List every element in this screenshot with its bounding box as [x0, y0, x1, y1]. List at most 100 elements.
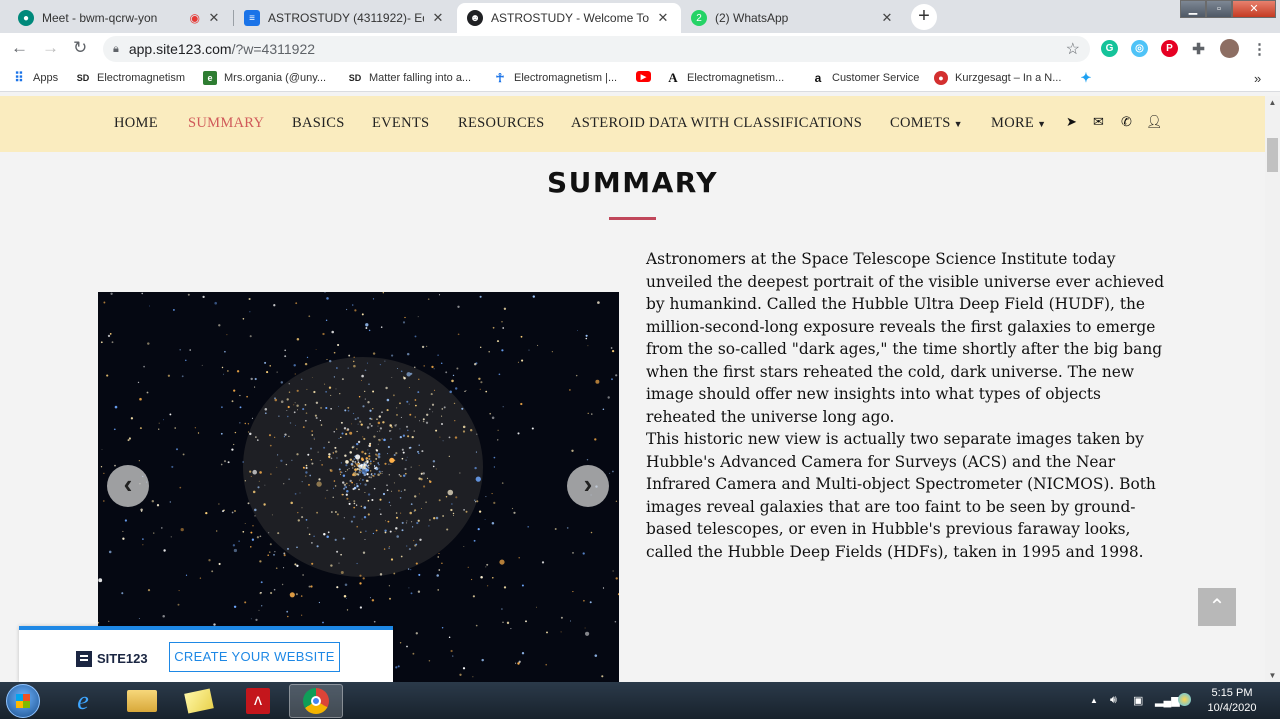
- star-cluster-image: [98, 292, 619, 682]
- tab-meet[interactable]: ● Meet - bwm-qcrw-yon ◉ ✕: [8, 3, 232, 33]
- gallery-prev-button[interactable]: ‹: [107, 465, 149, 507]
- close-tab-icon[interactable]: ✕: [879, 10, 895, 26]
- internet-explorer-icon[interactable]: e: [56, 684, 110, 718]
- tab-astrostudy[interactable]: ☻ ASTROSTUDY - Welcome To ✕: [457, 3, 681, 33]
- docs-icon: ≡: [244, 10, 260, 26]
- bookmark-label: Matter falling into a...: [369, 72, 472, 84]
- bookmark-star-icon[interactable]: ☆: [1066, 39, 1080, 59]
- nav-home[interactable]: HOME: [114, 115, 158, 132]
- paragraph: Astronomers at the Space Telescope Scien…: [646, 250, 1165, 426]
- scrollbar-thumb[interactable]: [1267, 138, 1278, 172]
- bookmark-label: Electromagnetism: [97, 72, 186, 84]
- scroll-up-icon[interactable]: ▲: [1265, 98, 1280, 107]
- close-tab-icon[interactable]: ✕: [655, 10, 671, 26]
- reload-icon[interactable]: ↻: [73, 38, 87, 58]
- alien-icon: ☻: [467, 10, 483, 26]
- bookmark-label: Electromagnetism |...: [514, 72, 618, 84]
- tab-title: ASTROSTUDY (4311922)- Editor -: [268, 11, 424, 25]
- sd-icon: SD: [348, 73, 362, 83]
- figure-icon: ☥: [495, 71, 505, 85]
- chrome-icon[interactable]: [289, 684, 343, 718]
- weather-icon[interactable]: [1178, 693, 1191, 706]
- extensions-puzzle-icon[interactable]: ✚: [1190, 40, 1207, 58]
- tab-editor[interactable]: ≡ ASTROSTUDY (4311922)- Editor - ✕: [234, 3, 456, 33]
- lock-icon: 🔒︎: [113, 42, 119, 55]
- new-tab-button[interactable]: +: [911, 4, 937, 30]
- volume-icon[interactable]: 🔊︎: [1110, 694, 1117, 707]
- system-clock[interactable]: 5:15 PM 10/4/2020: [1200, 686, 1264, 716]
- nav-more-label: MORE: [991, 115, 1035, 131]
- bookmark-matter-falling[interactable]: SD Matter falling into a...: [348, 71, 471, 85]
- close-tab-icon[interactable]: ✕: [206, 10, 222, 26]
- nav-resources[interactable]: RESOURCES: [458, 115, 545, 132]
- start-button[interactable]: [6, 684, 40, 718]
- amazon-icon: a: [814, 71, 822, 85]
- file-explorer-icon[interactable]: [115, 684, 169, 718]
- summary-text: Astronomers at the Space Telescope Scien…: [646, 248, 1174, 563]
- scroll-down-icon[interactable]: ▼: [1265, 671, 1280, 680]
- nav-comets[interactable]: COMETS ▼: [890, 115, 963, 132]
- sticky-notes-icon[interactable]: [172, 684, 226, 718]
- extension-icon[interactable]: ◎: [1131, 40, 1148, 57]
- site123-promo-banner: SITE123 CREATE YOUR WEBSITE: [19, 626, 393, 682]
- pinterest-icon[interactable]: P: [1161, 40, 1178, 57]
- url-path: /?w=4311922: [231, 41, 316, 57]
- nav-events[interactable]: EVENTS: [372, 115, 429, 132]
- back-icon[interactable]: ←: [11, 38, 28, 58]
- tab-strip: ● Meet - bwm-qcrw-yon ◉ ✕ ≡ ASTROSTUDY (…: [0, 0, 1280, 33]
- tab-title: ASTROSTUDY - Welcome To: [491, 11, 649, 25]
- bookmark-electromagnetism[interactable]: SD Electromagnetism: [76, 71, 185, 85]
- device-icon[interactable]: ▣: [1133, 694, 1143, 707]
- gallery-next-button[interactable]: ›: [567, 465, 609, 507]
- menu-dots-icon[interactable]: ⋮: [1251, 40, 1268, 58]
- show-hidden-icons[interactable]: ▲: [1090, 696, 1098, 705]
- forward-icon[interactable]: →: [42, 38, 59, 58]
- bookmarks-overflow-icon[interactable]: »: [1254, 71, 1261, 86]
- bookmark-label: Apps: [33, 72, 59, 84]
- nav-summary[interactable]: SUMMARY: [188, 115, 264, 132]
- bookmark-youtube[interactable]: ▶: [636, 71, 658, 82]
- user-icon[interactable]: 👤︎: [1146, 114, 1163, 130]
- scroll-to-top-button[interactable]: ⌃: [1198, 588, 1236, 626]
- close-window-icon[interactable]: ✕: [1232, 0, 1276, 18]
- profile-avatar[interactable]: [1220, 39, 1239, 58]
- close-tab-icon[interactable]: ✕: [430, 10, 446, 26]
- sd-icon: SD: [76, 73, 90, 83]
- kurzgesagt-icon: ●: [934, 71, 948, 85]
- windows-taskbar: e ᴧ ▲ 🔊︎ ▣ ▂▄▆ 5:15 PM 10/4/2020: [0, 682, 1280, 719]
- acrobat-icon[interactable]: ᴧ: [231, 684, 285, 718]
- tab-whatsapp[interactable]: 2 (2) WhatsApp ✕: [681, 3, 905, 33]
- e-icon: e: [203, 71, 217, 85]
- create-website-button[interactable]: CREATE YOUR WEBSITE: [169, 642, 340, 672]
- minimize-icon[interactable]: ▁: [1180, 0, 1206, 18]
- page-title: SUMMARY: [546, 166, 719, 199]
- twitter-icon: ✦: [1080, 70, 1092, 85]
- address-bar[interactable]: 🔒︎ app.site123.com/?w=4311922 ☆: [103, 36, 1090, 62]
- grammarly-icon[interactable]: G: [1101, 40, 1118, 57]
- bookmark-label: Electromagnetism...: [687, 72, 785, 84]
- caret-down-icon: ▼: [1037, 119, 1047, 129]
- nav-asteroid-data[interactable]: ASTEROID DATA WITH CLASSIFICATIONS: [571, 115, 862, 132]
- bookmark-customer-service[interactable]: a Customer Service: [811, 71, 920, 85]
- phone-icon[interactable]: ✆: [1121, 114, 1132, 130]
- window-controls: ▁ ▫ ✕: [1180, 0, 1276, 18]
- location-arrow-icon[interactable]: ➤: [1066, 114, 1077, 130]
- bookmark-twitter[interactable]: ✦: [1079, 70, 1100, 85]
- bookmark-label: Mrs.organia (@uny...: [224, 72, 327, 84]
- bookmark-kurzgesagt[interactable]: ● Kurzgesagt – In a N...: [934, 71, 1061, 85]
- maximize-icon[interactable]: ▫: [1206, 0, 1232, 18]
- bookmark-electromagnetism-2[interactable]: ☥ Electromagnetism |...: [493, 71, 618, 85]
- network-signal-icon[interactable]: ▂▄▆: [1155, 694, 1180, 707]
- nav-more[interactable]: MORE ▼: [991, 115, 1046, 132]
- page-scrollbar[interactable]: ▲ ▼: [1265, 96, 1280, 682]
- nav-basics[interactable]: BASICS: [292, 115, 345, 132]
- browser-toolbar: ← → ↻ 🔒︎ app.site123.com/?w=4311922 ☆ G …: [0, 33, 1280, 64]
- bookmark-apps[interactable]: ⠿ Apps: [12, 70, 59, 85]
- tab-title: (2) WhatsApp: [715, 11, 789, 25]
- clock-date: 10/4/2020: [1207, 702, 1257, 714]
- envelope-icon[interactable]: ✉: [1093, 114, 1104, 130]
- bookmark-electromagnetism-3[interactable]: A Electromagnetism...: [666, 70, 785, 85]
- meet-icon: ●: [18, 10, 34, 26]
- caret-down-icon: ▼: [953, 119, 963, 129]
- bookmark-mrs-organia[interactable]: e Mrs.organia (@uny...: [203, 71, 326, 85]
